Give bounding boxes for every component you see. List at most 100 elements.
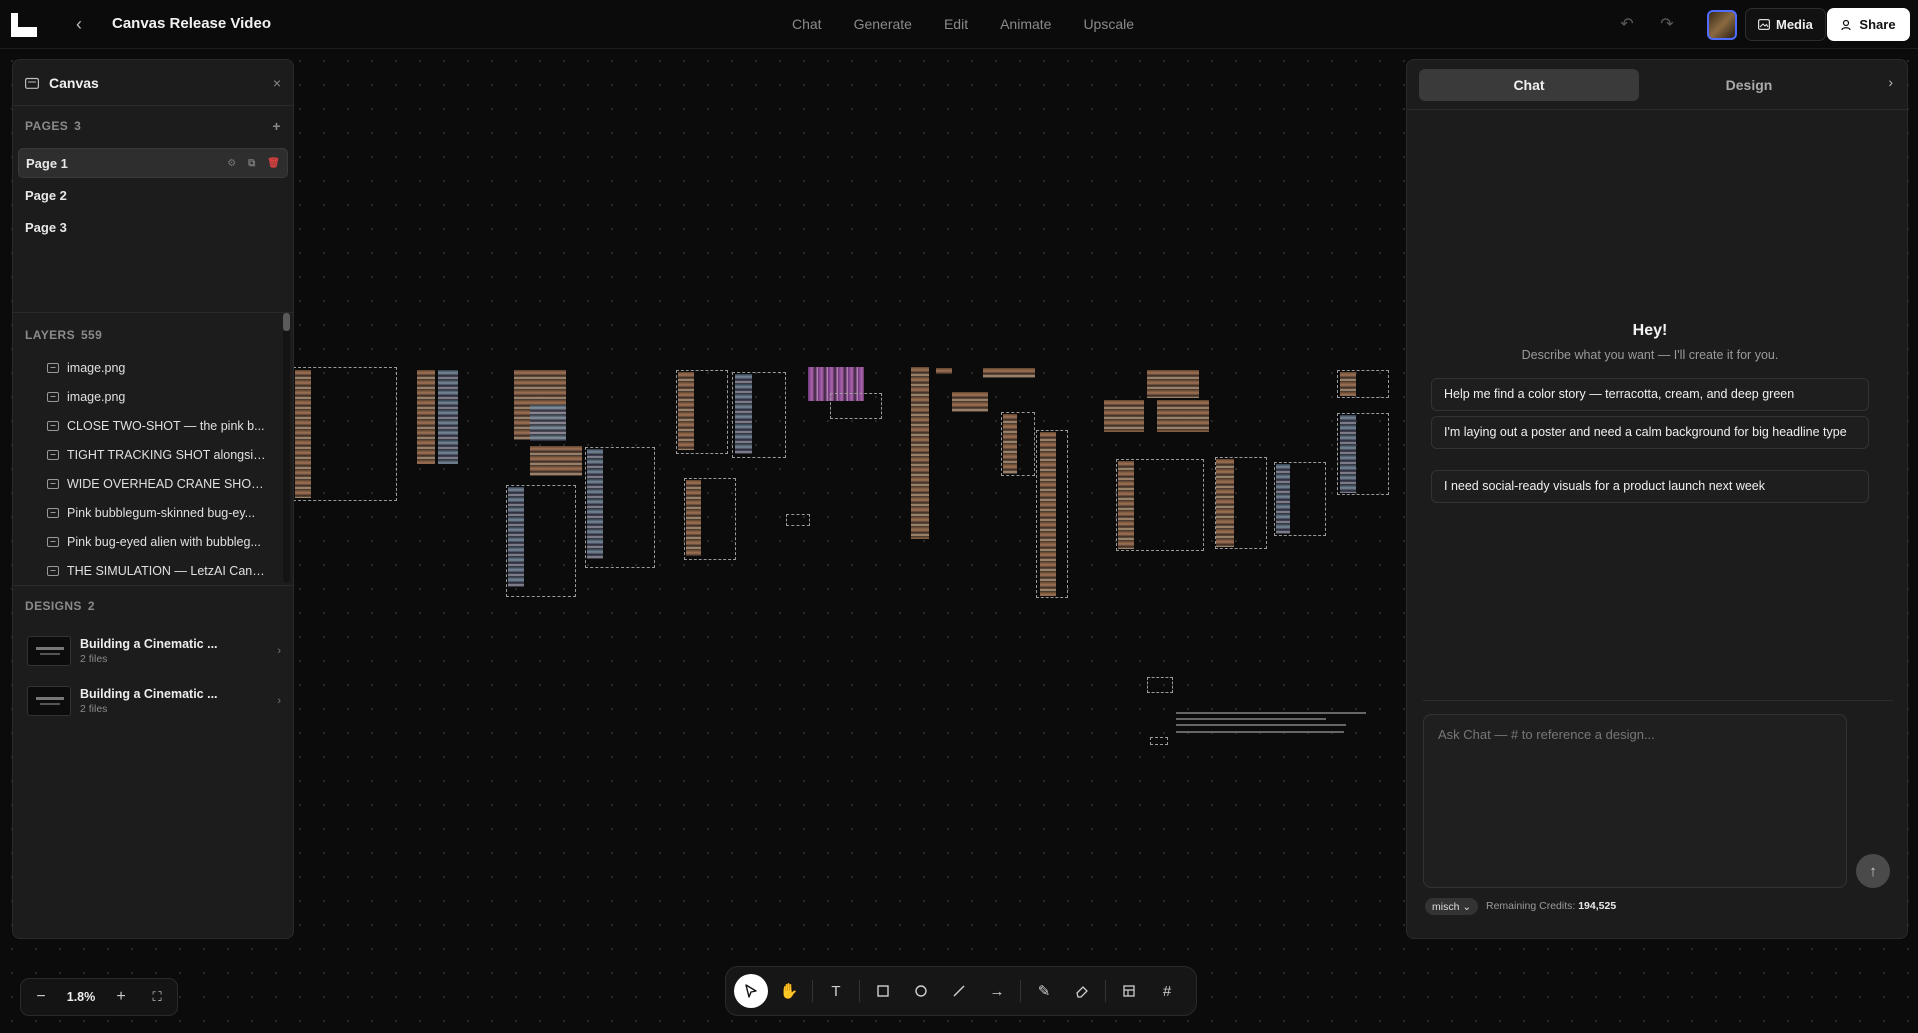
- select-tool-icon[interactable]: [734, 974, 768, 1008]
- canvas-image-strip[interactable]: [417, 370, 435, 464]
- canvas-image-strip[interactable]: [508, 487, 524, 587]
- toolbar-separator: [812, 980, 813, 1002]
- text-tool-icon[interactable]: T: [819, 974, 853, 1008]
- tab-generate[interactable]: Generate: [838, 14, 928, 34]
- canvas-frame[interactable]: [1150, 737, 1168, 745]
- media-button[interactable]: Media: [1745, 8, 1826, 41]
- layer-item[interactable]: image.png: [13, 353, 293, 382]
- canvas-frame[interactable]: [830, 393, 882, 419]
- canvas-image-strip[interactable]: [911, 367, 929, 539]
- canvas-image-strip[interactable]: [936, 368, 952, 374]
- canvas-image-strip[interactable]: [1216, 459, 1234, 547]
- document-title[interactable]: Canvas Release Video: [112, 15, 271, 32]
- page-item-2[interactable]: Page 2: [18, 180, 288, 210]
- ellipse-tool-icon[interactable]: [904, 974, 938, 1008]
- tab-design-panel[interactable]: Design: [1639, 69, 1859, 101]
- tab-animate[interactable]: Animate: [984, 14, 1067, 34]
- canvas-frame[interactable]: [1147, 677, 1173, 693]
- tab-upscale[interactable]: Upscale: [1067, 14, 1150, 34]
- layer-item[interactable]: TIGHT TRACKING SHOT alongsid...: [13, 440, 293, 469]
- canvas-image-strip[interactable]: [1340, 415, 1356, 493]
- eraser-tool-icon[interactable]: [1065, 974, 1099, 1008]
- send-button[interactable]: ↑: [1856, 854, 1890, 888]
- folder-icon: [25, 77, 39, 89]
- canvas-image-strip[interactable]: [983, 368, 1035, 378]
- back-icon[interactable]: ‹: [70, 14, 88, 34]
- designs-count: 2: [87, 599, 95, 613]
- canvas-image-strip[interactable]: [295, 370, 311, 498]
- redo-icon[interactable]: ↷: [1656, 14, 1678, 36]
- trash-icon[interactable]: 🗑: [267, 158, 280, 169]
- duplicate-icon[interactable]: ⧉: [248, 158, 255, 169]
- model-selector[interactable]: misch ⌄: [1425, 898, 1479, 915]
- avatar[interactable]: [1707, 10, 1737, 40]
- canvas-image-strip[interactable]: [530, 446, 582, 476]
- layers-scrollbar[interactable]: [283, 313, 290, 583]
- line-tool-icon[interactable]: [942, 974, 976, 1008]
- canvas-image-strip[interactable]: [1040, 432, 1056, 596]
- layer-item[interactable]: WIDE OVERHEAD CRANE SHOT l...: [13, 469, 293, 498]
- suggestion-chip[interactable]: I need social-ready visuals for a produc…: [1431, 470, 1869, 503]
- grid-tool-icon[interactable]: #: [1150, 974, 1184, 1008]
- credits-label: Remaining Credits:: [1486, 900, 1576, 912]
- canvas-image-strip[interactable]: [1340, 372, 1356, 396]
- design-item[interactable]: Building a Cinematic ... 2 files ›: [13, 626, 293, 676]
- chat-input[interactable]: [1423, 714, 1847, 888]
- chevron-right-icon[interactable]: ›: [277, 645, 281, 657]
- tab-chat[interactable]: Chat: [776, 14, 838, 34]
- page-item-3[interactable]: Page 3: [18, 212, 288, 242]
- layer-item[interactable]: image.png: [13, 382, 293, 411]
- canvas-image-strip[interactable]: [1147, 370, 1199, 398]
- undo-icon[interactable]: ↶: [1616, 14, 1638, 36]
- scrollbar-thumb[interactable]: [283, 313, 290, 331]
- fit-screen-icon[interactable]: ⛶: [145, 989, 169, 1005]
- canvas-image-strip[interactable]: [1118, 461, 1134, 549]
- share-button[interactable]: Share: [1827, 8, 1910, 41]
- tab-chat-panel[interactable]: Chat: [1419, 69, 1639, 101]
- image-icon: [47, 449, 59, 460]
- design-info: Building a Cinematic ... 2 files: [80, 687, 218, 715]
- hand-tool-icon[interactable]: ✋: [772, 974, 806, 1008]
- layer-item[interactable]: Pink bug-eyed alien with bubbleg...: [13, 527, 293, 556]
- app-logo[interactable]: [11, 13, 37, 37]
- canvas-image-strip[interactable]: [1003, 414, 1017, 474]
- frame-tool-icon[interactable]: [1112, 974, 1146, 1008]
- suggestion-chip[interactable]: Help me find a color story — terracotta,…: [1431, 378, 1869, 411]
- design-file-count: 2 files: [80, 653, 108, 665]
- layer-item[interactable]: THE SIMULATION — LetzAI Canv...: [13, 556, 293, 585]
- canvas-image-strip[interactable]: [952, 392, 988, 412]
- design-name: Building a Cinematic ...: [80, 637, 218, 651]
- canvas-image-strip[interactable]: [587, 449, 603, 559]
- layers-list[interactable]: image.png image.png CLOSE TWO-SHOT — the…: [13, 313, 293, 585]
- layer-item[interactable]: Pink bubblegum-skinned bug-ey...: [13, 498, 293, 527]
- chevron-right-icon[interactable]: ›: [277, 695, 281, 707]
- image-icon: [47, 478, 59, 489]
- suggestion-chip[interactable]: I'm laying out a poster and need a calm …: [1431, 416, 1869, 449]
- close-icon[interactable]: ×: [273, 75, 281, 91]
- layer-label: image.png: [67, 360, 126, 375]
- tab-edit[interactable]: Edit: [928, 14, 984, 34]
- canvas-image-strip[interactable]: [1104, 400, 1144, 432]
- zoom-level[interactable]: 1.8%: [53, 990, 109, 1004]
- canvas-image-strip[interactable]: [530, 405, 566, 441]
- settings-icon[interactable]: ⚙: [227, 158, 236, 169]
- design-item[interactable]: Building a Cinematic ... 2 files ›: [13, 676, 293, 726]
- page-item-1[interactable]: Page 1 ⚙ ⧉ 🗑: [18, 148, 288, 178]
- zoom-out-icon[interactable]: −: [29, 988, 53, 1006]
- canvas-image-strip[interactable]: [678, 372, 694, 450]
- arrow-tool-icon[interactable]: →: [980, 974, 1014, 1008]
- canvas-image-strip[interactable]: [735, 374, 752, 454]
- zoom-in-icon[interactable]: +: [109, 988, 133, 1006]
- pencil-tool-icon[interactable]: ✎: [1027, 974, 1061, 1008]
- layers-count: 559: [80, 328, 103, 342]
- canvas-image-strip[interactable]: [686, 480, 701, 556]
- top-bar: ‹ Canvas Release Video Chat Generate Edi…: [0, 0, 1918, 49]
- canvas-image-strip[interactable]: [1276, 464, 1290, 534]
- canvas-image-strip[interactable]: [438, 370, 458, 464]
- add-page-icon[interactable]: +: [272, 118, 281, 134]
- canvas-frame[interactable]: [786, 514, 810, 526]
- rectangle-tool-icon[interactable]: [866, 974, 900, 1008]
- canvas-image-strip[interactable]: [1157, 400, 1209, 432]
- layer-item[interactable]: CLOSE TWO-SHOT — the pink b...: [13, 411, 293, 440]
- chevron-right-icon[interactable]: ›: [1888, 74, 1893, 90]
